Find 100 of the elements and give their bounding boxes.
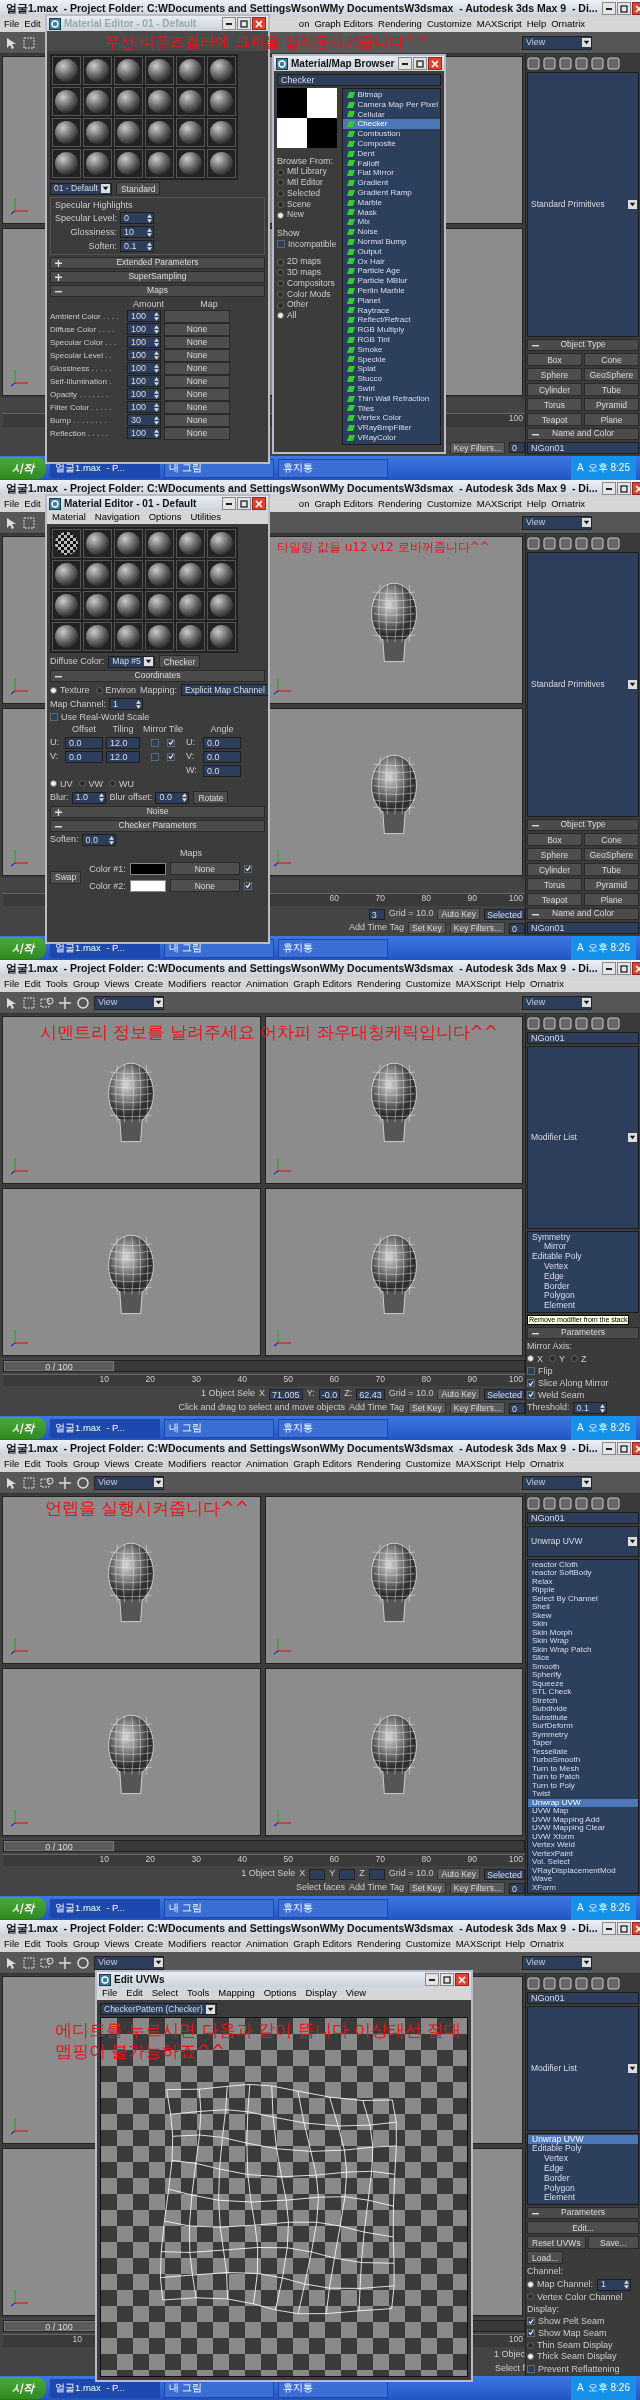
radio-dot[interactable] <box>527 1355 534 1363</box>
material-sphere[interactable] <box>52 560 81 589</box>
button[interactable]: Set Key <box>408 1402 446 1414</box>
menu-item[interactable]: Navigation <box>94 512 140 523</box>
radio-dot[interactable] <box>50 686 57 694</box>
menu-item[interactable]: Rendering <box>378 19 422 30</box>
spinner-field[interactable]: 100 <box>127 310 161 323</box>
spinner-field[interactable]: 0.0 <box>155 791 190 804</box>
material-sphere[interactable] <box>83 560 112 589</box>
button[interactable]: Load... <box>527 2251 563 2265</box>
taskbar-button[interactable]: 내 그림 <box>164 1898 274 1918</box>
map-button[interactable]: None <box>169 862 240 876</box>
list-item[interactable]: Substitute <box>528 1713 638 1722</box>
list-item[interactable]: Turn to Mesh <box>528 1764 638 1773</box>
material-sphere[interactable] <box>114 622 143 651</box>
radio-option[interactable]: Y <box>549 1353 566 1364</box>
menu-item[interactable]: File <box>102 1988 118 1999</box>
list-item[interactable]: Ox Hair <box>342 256 440 267</box>
list-item[interactable]: Skin Wrap <box>528 1637 638 1646</box>
menu-item[interactable]: Tools <box>45 1939 68 1950</box>
checkbox[interactable] <box>527 1367 535 1376</box>
menu-item[interactable]: MAXScript <box>455 1459 501 1470</box>
list-item[interactable]: Subdivide <box>528 1705 638 1714</box>
view-dropdown[interactable]: View <box>94 1475 164 1490</box>
radio-dot[interactable] <box>277 269 284 277</box>
viewport[interactable] <box>264 1668 523 1836</box>
panel-tab-icon[interactable] <box>527 1016 540 1030</box>
material-sphere[interactable] <box>145 560 174 589</box>
material-sphere[interactable] <box>176 118 205 147</box>
menu-item[interactable]: File <box>4 19 20 30</box>
button[interactable]: GeoSphere <box>584 848 639 861</box>
panel-tab-icon[interactable] <box>575 1976 588 1990</box>
list-item[interactable]: Thin Wall Refraction <box>342 393 440 404</box>
material-sphere[interactable] <box>83 591 112 620</box>
dropdown[interactable]: Map #5 <box>108 655 155 668</box>
list-item[interactable]: Vertex Weld <box>528 1841 638 1850</box>
pointer-icon[interactable] <box>4 515 18 530</box>
list-item[interactable]: Unwrap UVW <box>528 2134 638 2145</box>
menu-item[interactable]: File <box>4 499 20 510</box>
material-sphere[interactable] <box>52 529 81 558</box>
menu-item[interactable]: Options <box>148 512 182 523</box>
list-item[interactable]: Skin Morph <box>528 1628 638 1637</box>
menu-item[interactable]: Edit <box>24 19 41 30</box>
radio-dot[interactable] <box>527 2293 534 2301</box>
select-region-icon[interactable] <box>22 995 36 1010</box>
menu-item[interactable]: Graph Editors <box>293 1459 352 1470</box>
material-sphere[interactable] <box>145 118 174 147</box>
list-item[interactable]: reactor Cloth <box>528 1560 638 1569</box>
rotate-icon[interactable] <box>76 1955 90 1970</box>
material-sphere[interactable] <box>83 118 112 147</box>
button[interactable]: Reset UVWs <box>527 2236 586 2250</box>
list-item[interactable]: Mask <box>342 207 440 218</box>
status-field[interactable]: 3 <box>368 908 385 920</box>
menu-item[interactable]: Help <box>505 1459 526 1470</box>
button[interactable]: Rotate <box>193 791 229 805</box>
spinner-field[interactable]: 100 <box>127 349 161 362</box>
spinner-field[interactable]: 100 <box>127 323 161 336</box>
radio-dot[interactable] <box>95 686 103 694</box>
dropdown[interactable]: Standard Primitives <box>527 72 639 337</box>
maximize-button[interactable] <box>616 482 631 495</box>
checkbox[interactable] <box>167 752 175 761</box>
menu-item[interactable]: Views <box>104 979 130 990</box>
panel-tab-icon[interactable] <box>575 1016 588 1030</box>
menu-item[interactable]: Modifiers <box>167 1459 207 1470</box>
radio-dot[interactable] <box>78 780 86 788</box>
list-item[interactable]: Editable Poly <box>528 2144 638 2155</box>
material-sphere[interactable] <box>114 560 143 589</box>
checkbox-option[interactable]: Incompatible <box>277 239 337 250</box>
menu-item[interactable]: Tools <box>45 979 68 990</box>
list-item[interactable]: STL Check <box>528 1688 638 1697</box>
material-sphere[interactable] <box>176 529 205 558</box>
menu-item[interactable]: MAXScript <box>476 19 522 30</box>
menu-item[interactable]: Ornatrix <box>551 19 585 30</box>
button[interactable]: Checker <box>158 655 201 668</box>
radio-dot[interactable] <box>277 290 284 298</box>
material-sphere[interactable] <box>114 591 143 620</box>
material-sphere[interactable] <box>207 56 236 85</box>
material-sphere[interactable] <box>52 56 81 85</box>
menu-item[interactable]: Graph Editors <box>293 1939 352 1950</box>
panel-tab-icon[interactable] <box>559 536 572 550</box>
menu-item[interactable]: Group <box>72 1939 100 1950</box>
menu-item[interactable]: File <box>4 1459 20 1470</box>
checkbox-option[interactable]: Show Map Seam <box>527 2327 607 2338</box>
maximize-button[interactable] <box>616 962 631 975</box>
list-item[interactable]: VertexPaint <box>528 1849 638 1858</box>
select-region-icon[interactable] <box>22 1955 36 1970</box>
menu-item[interactable]: Rendering <box>356 1939 401 1950</box>
list-item[interactable]: Output <box>342 246 440 257</box>
number-field[interactable]: 0.0 <box>65 736 103 749</box>
list-item[interactable]: Spherify <box>528 1671 638 1680</box>
panel-tab-icon[interactable] <box>607 1016 620 1030</box>
select-region-icon[interactable] <box>22 515 36 530</box>
text-field[interactable]: NGon01 <box>527 442 639 454</box>
view-dropdown[interactable]: View <box>522 1475 592 1490</box>
color-swatch[interactable] <box>129 879 166 892</box>
rollout-header[interactable]: Object Type <box>527 339 639 351</box>
minimize-button[interactable] <box>601 1442 616 1455</box>
spinner-field[interactable]: 100 <box>127 375 161 388</box>
button[interactable]: Auto Key <box>437 1868 480 1880</box>
list-item[interactable]: Vertex Color <box>342 413 440 424</box>
